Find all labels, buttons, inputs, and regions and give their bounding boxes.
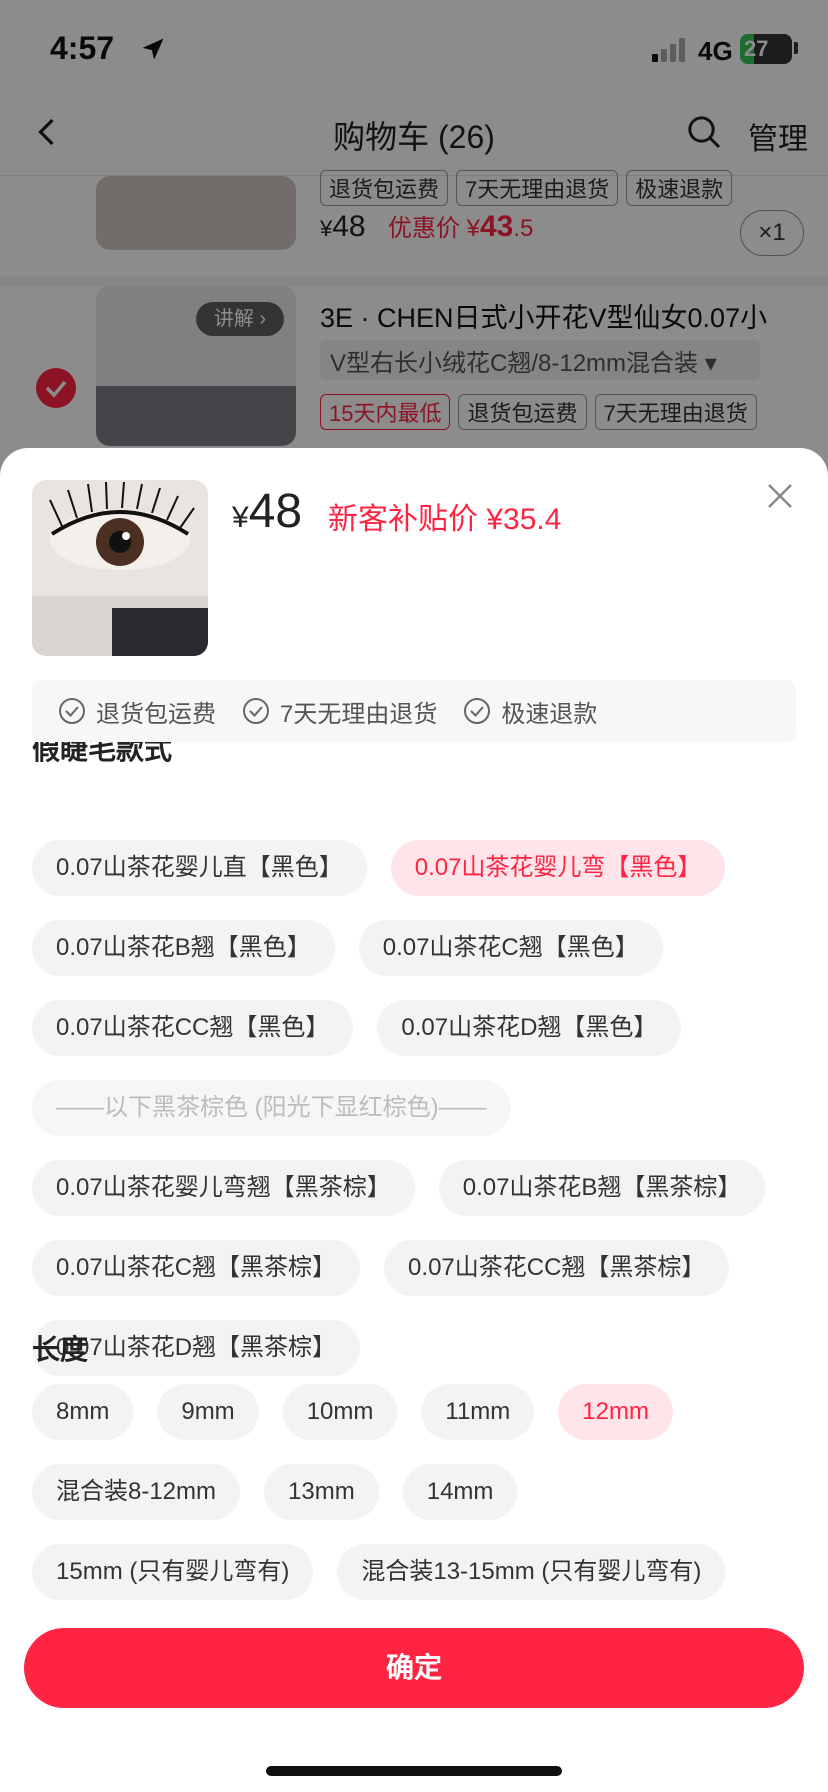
length-option-chip[interactable]: 9mm	[157, 1384, 259, 1440]
length-option-chip[interactable]: 14mm	[402, 1464, 518, 1520]
length-option-chip[interactable]: 8mm	[32, 1384, 134, 1440]
length-option-chip[interactable]: 混合装8-12mm	[32, 1464, 241, 1520]
style-option-chip[interactable]: 0.07山茶花C翘【黑色】	[358, 920, 663, 976]
section-title-length: 长度	[32, 1334, 89, 1365]
length-option-chip[interactable]: 混合装13-15mm (只有婴儿弯有)	[337, 1544, 726, 1600]
guarantee-item: 7天无理由退货	[242, 694, 437, 729]
style-option-chip[interactable]: 0.07山茶花C翘【黑茶棕】	[32, 1240, 361, 1296]
style-options: 0.07山茶花婴儿直【黑色】 0.07山茶花婴儿弯【黑色】 0.07山茶花B翘【黑色…	[32, 840, 808, 1376]
home-indicator	[266, 1766, 562, 1776]
length-option-chip[interactable]: 15mm (只有婴儿弯有)	[32, 1544, 314, 1600]
style-option-chip[interactable]: 0.07山茶花婴儿直【黑色】	[32, 840, 367, 896]
sku-image[interactable]	[32, 480, 208, 656]
length-option-chip[interactable]: 13mm	[264, 1464, 379, 1520]
check-circle-icon	[464, 698, 491, 724]
style-option-chip[interactable]: 0.07山茶花B翘【黑茶棕】	[438, 1160, 766, 1216]
sku-sheet: ¥48 新客补贴价 ¥35.4 退货包运费 7天无理由退货 极速退款 假睫毛款式…	[0, 448, 828, 1792]
length-option-chip[interactable]: 10mm	[282, 1384, 398, 1440]
guarantee-item: 退货包运费	[58, 694, 216, 729]
guarantee-item: 极速退款	[463, 694, 597, 729]
length-options: 8mm 9mm 10mm 11mm 12mm 混合装8-12mm 13mm 14mm 15mm …	[32, 1384, 808, 1600]
sku-price: ¥48	[232, 485, 303, 538]
style-option-chip[interactable]: 0.07山茶花D翘【黑色】	[377, 1000, 682, 1056]
promo-price: 新客补贴价 ¥35.4	[328, 503, 562, 536]
option-separator: ——以下黑茶棕色 (阳光下显红棕色)——	[32, 1080, 511, 1136]
close-icon[interactable]	[760, 476, 800, 516]
length-option-chip[interactable]: 12mm	[558, 1384, 673, 1440]
section-title-style: 假睫毛款式	[32, 742, 173, 765]
style-option-chip[interactable]: 0.07山茶花婴儿弯【黑色】	[390, 840, 726, 896]
sku-options-scroll[interactable]: 假睫毛款式 0.07山茶花婴儿直【黑色】 0.07山茶花婴儿弯【黑色】 0.07山茶…	[0, 742, 828, 1660]
check-circle-icon	[243, 698, 269, 724]
check-circle-icon	[59, 698, 85, 724]
style-option-chip[interactable]: 0.07山茶花婴儿弯翘【黑茶棕】	[32, 1160, 415, 1216]
guarantee-bar: 退货包运费 7天无理由退货 极速退款	[32, 680, 796, 742]
style-option-chip[interactable]: 0.07山茶花B翘【黑色】	[32, 920, 335, 976]
style-option-chip[interactable]: 0.07山茶花CC翘【黑茶棕】	[384, 1240, 730, 1296]
length-option-chip[interactable]: 11mm	[421, 1384, 535, 1440]
style-option-chip[interactable]: 0.07山茶花CC翘【黑色】	[32, 1000, 354, 1056]
confirm-button[interactable]: 确定	[24, 1628, 804, 1708]
